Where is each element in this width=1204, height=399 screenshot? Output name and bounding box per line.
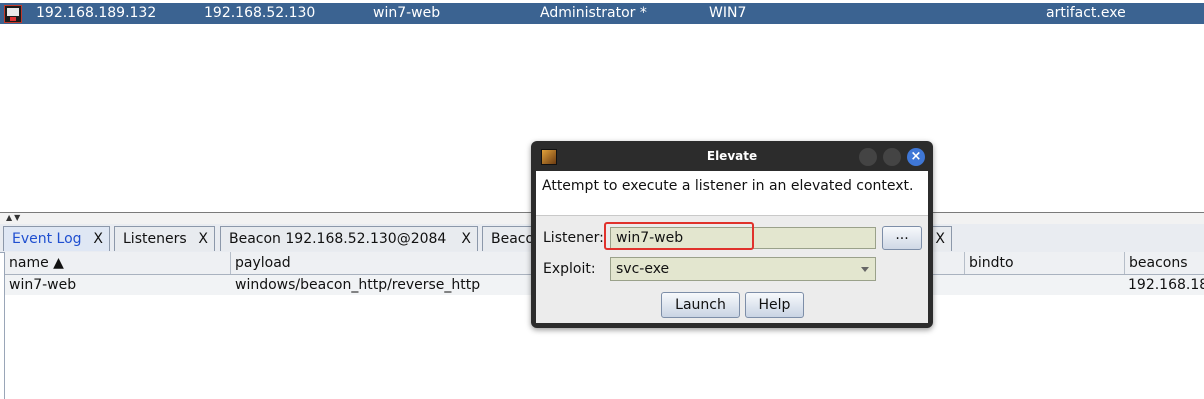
collapse-arrows-icon[interactable]: ▲▼	[6, 213, 22, 222]
minimize-button[interactable]	[859, 148, 877, 166]
session-computer: WIN7	[709, 5, 747, 21]
dialog-description: Attempt to execute a listener in an elev…	[542, 178, 914, 194]
session-internal-ip: 192.168.52.130	[204, 5, 316, 21]
listener-label: Listener:	[543, 230, 604, 246]
exploit-label: Exploit:	[543, 261, 596, 277]
tab-close-icon[interactable]: X	[461, 231, 471, 247]
annotation-highlight-box	[604, 222, 754, 250]
column-header-beacons[interactable]: beacons	[1125, 252, 1204, 274]
tab-event-log[interactable]: Event Log X	[3, 226, 110, 251]
session-process: artifact.exe	[1046, 5, 1126, 21]
cell-payload: windows/beacon_http/reverse_http	[235, 277, 481, 293]
tab-label: Event Log	[12, 231, 82, 247]
tab-beacon[interactable]: Beacon 192.168.52.130@2084 X	[220, 226, 478, 251]
tab-close-icon[interactable]: X	[935, 231, 945, 247]
tab-listeners[interactable]: Listeners X	[114, 226, 215, 251]
maximize-button[interactable]	[883, 148, 901, 166]
chevron-down-icon	[861, 267, 869, 272]
tab-label: Listeners	[123, 231, 187, 247]
launch-button[interactable]: Launch	[661, 292, 740, 318]
tab-close-icon[interactable]: X	[93, 231, 103, 247]
cell-name: win7-web	[9, 277, 77, 293]
column-header-name[interactable]: name ▲	[5, 252, 231, 274]
help-button[interactable]: Help	[745, 292, 804, 318]
tab-label: Beaco	[491, 231, 535, 247]
column-header-bindto[interactable]: bindto	[965, 252, 1125, 274]
dialog-titlebar[interactable]: Elevate ×	[531, 141, 933, 171]
session-listener: win7-web	[373, 5, 441, 21]
session-user: Administrator *	[540, 5, 647, 21]
exploit-select[interactable]: svc-exe	[610, 257, 876, 281]
close-button[interactable]: ×	[907, 148, 925, 166]
beacon-session-icon	[4, 5, 22, 23]
session-row[interactable]: 192.168.189.132 192.168.52.130 win7-web …	[0, 3, 1204, 24]
exploit-value: svc-exe	[616, 261, 670, 277]
tab-close-icon[interactable]: X	[198, 231, 208, 247]
session-external-ip: 192.168.189.132	[36, 5, 157, 21]
tab-label: Beacon 192.168.52.130@2084	[229, 231, 447, 247]
cell-beacons: 192.168.18	[1128, 277, 1204, 293]
browse-listener-button[interactable]: ...	[882, 226, 922, 250]
dialog-description-panel: Attempt to execute a listener in an elev…	[536, 171, 928, 216]
